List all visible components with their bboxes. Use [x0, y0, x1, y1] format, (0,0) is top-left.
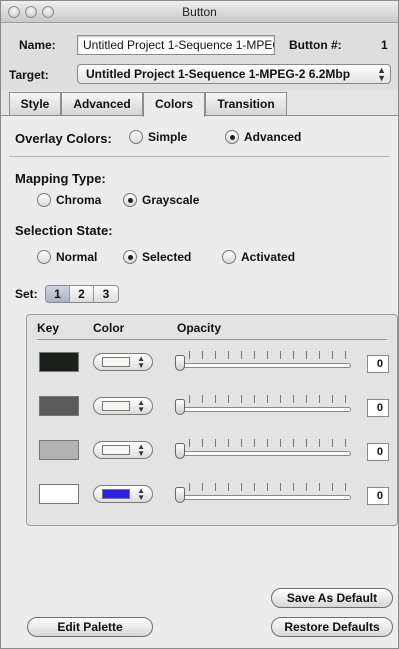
slider-thumb[interactable] — [175, 399, 185, 415]
slider-track — [175, 495, 351, 500]
opacity-slider[interactable] — [175, 349, 359, 371]
color-popup-button[interactable]: ▲ ▼ — [93, 397, 153, 415]
radio-button-selected-icon — [123, 193, 137, 207]
key-swatch — [39, 352, 79, 372]
selection-state-label: Selection State: — [15, 223, 113, 238]
target-popup-value: Untitled Project 1-Sequence 1-MPEG-2 6.2… — [86, 67, 351, 81]
tab-advanced[interactable]: Advanced — [61, 92, 143, 116]
column-header-color: Color — [93, 321, 125, 335]
save-as-default-button[interactable]: Save As Default — [271, 588, 393, 608]
color-popup-button[interactable]: ▲ ▼ — [93, 441, 153, 459]
state-selected-radio[interactable]: Selected — [123, 250, 191, 264]
slider-thumb[interactable] — [175, 487, 185, 503]
color-chip — [102, 445, 130, 455]
state-normal-radio[interactable]: Normal — [37, 250, 97, 264]
target-popup[interactable]: Untitled Project 1-Sequence 1-MPEG-2 6.2… — [77, 64, 391, 84]
colors-panel: Overlay Colors: Simple Advanced Mapping … — [1, 116, 398, 648]
radio-button-icon — [37, 250, 51, 264]
color-chip — [102, 401, 130, 411]
tab-style[interactable]: Style — [9, 92, 61, 116]
popup-arrows-icon: ▲ ▼ — [137, 442, 145, 458]
radio-button-selected-icon — [123, 250, 137, 264]
opacity-slider[interactable] — [175, 437, 359, 459]
title-bar[interactable]: Button — [1, 1, 398, 23]
popup-arrows-icon: ▲ ▼ — [377, 65, 386, 83]
slider-ticks — [189, 351, 349, 359]
mapping-chroma-radio[interactable]: Chroma — [37, 193, 101, 207]
opacity-value-field[interactable]: 0 — [367, 399, 389, 417]
key-swatch — [39, 440, 79, 460]
slider-ticks — [189, 439, 349, 447]
overlay-colors-label: Overlay Colors: — [15, 131, 112, 146]
radio-button-icon — [37, 193, 51, 207]
popup-arrows-icon: ▲ ▼ — [137, 354, 145, 370]
color-chip — [102, 489, 130, 499]
opacity-value-field[interactable]: 0 — [367, 355, 389, 373]
popup-arrows-icon: ▲ ▼ — [137, 486, 145, 502]
key-swatch — [39, 484, 79, 504]
name-label: Name: — [19, 38, 56, 52]
tab-colors[interactable]: Colors — [143, 92, 205, 117]
tab-transition[interactable]: Transition — [205, 92, 287, 116]
opacity-value-field[interactable]: 0 — [367, 487, 389, 505]
slider-ticks — [189, 483, 349, 491]
window-title: Button — [182, 5, 217, 19]
set-segment-1[interactable]: 1 — [46, 286, 70, 302]
set-label: Set: — [15, 287, 38, 301]
column-header-key: Key — [37, 321, 60, 335]
slider-track — [175, 451, 351, 456]
radio-button-icon — [222, 250, 236, 264]
name-field[interactable]: Untitled Project 1-Sequence 1-MPEG- — [77, 35, 275, 55]
key-swatch — [39, 396, 79, 416]
overlay-advanced-radio[interactable]: Advanced — [225, 130, 301, 144]
mapping-chroma-label: Chroma — [56, 193, 102, 207]
button-number-value: 1 — [381, 38, 388, 52]
set-segmented-control: 1 2 3 — [45, 285, 119, 303]
slider-track — [175, 407, 351, 412]
button-number-label: Button #: — [289, 38, 342, 52]
color-popup-button[interactable]: ▲ ▼ — [93, 485, 153, 503]
color-mapping-table: Key Color Opacity ▲ ▼ 0 ▲ ▼ 0 ▲ ▼ 0 ▲ ▼ … — [26, 314, 398, 526]
color-chip — [102, 357, 130, 367]
set-segment-3[interactable]: 3 — [94, 286, 118, 302]
state-normal-label: Normal — [56, 250, 98, 264]
slider-ticks — [189, 395, 349, 403]
mapping-type-label: Mapping Type: — [15, 171, 106, 186]
restore-defaults-button[interactable]: Restore Defaults — [271, 617, 393, 637]
slider-thumb[interactable] — [175, 443, 185, 459]
mapping-grayscale-label: Grayscale — [142, 193, 200, 207]
opacity-slider[interactable] — [175, 481, 359, 503]
button-inspector-window: Button Name: Untitled Project 1-Sequence… — [0, 0, 399, 649]
state-selected-label: Selected — [142, 250, 192, 264]
mapping-grayscale-radio[interactable]: Grayscale — [123, 193, 199, 207]
color-popup-button[interactable]: ▲ ▼ — [93, 353, 153, 371]
opacity-value-field[interactable]: 0 — [367, 443, 389, 461]
set-segment-2[interactable]: 2 — [70, 286, 94, 302]
slider-thumb[interactable] — [175, 355, 185, 371]
state-activated-label: Activated — [241, 250, 296, 264]
separator — [9, 156, 390, 157]
slider-track — [175, 363, 351, 368]
header-area: Name: Untitled Project 1-Sequence 1-MPEG… — [1, 24, 398, 90]
overlay-simple-radio[interactable]: Simple — [129, 130, 187, 144]
header-divider — [37, 339, 387, 340]
radio-button-icon — [129, 130, 143, 144]
radio-button-selected-icon — [225, 130, 239, 144]
opacity-slider[interactable] — [175, 393, 359, 415]
overlay-advanced-label: Advanced — [244, 130, 302, 144]
overlay-simple-label: Simple — [148, 130, 188, 144]
target-label: Target: — [9, 68, 49, 82]
popup-arrows-icon: ▲ ▼ — [137, 398, 145, 414]
column-header-opacity: Opacity — [177, 321, 222, 335]
edit-palette-button[interactable]: Edit Palette — [27, 617, 153, 637]
state-activated-radio[interactable]: Activated — [222, 250, 295, 264]
